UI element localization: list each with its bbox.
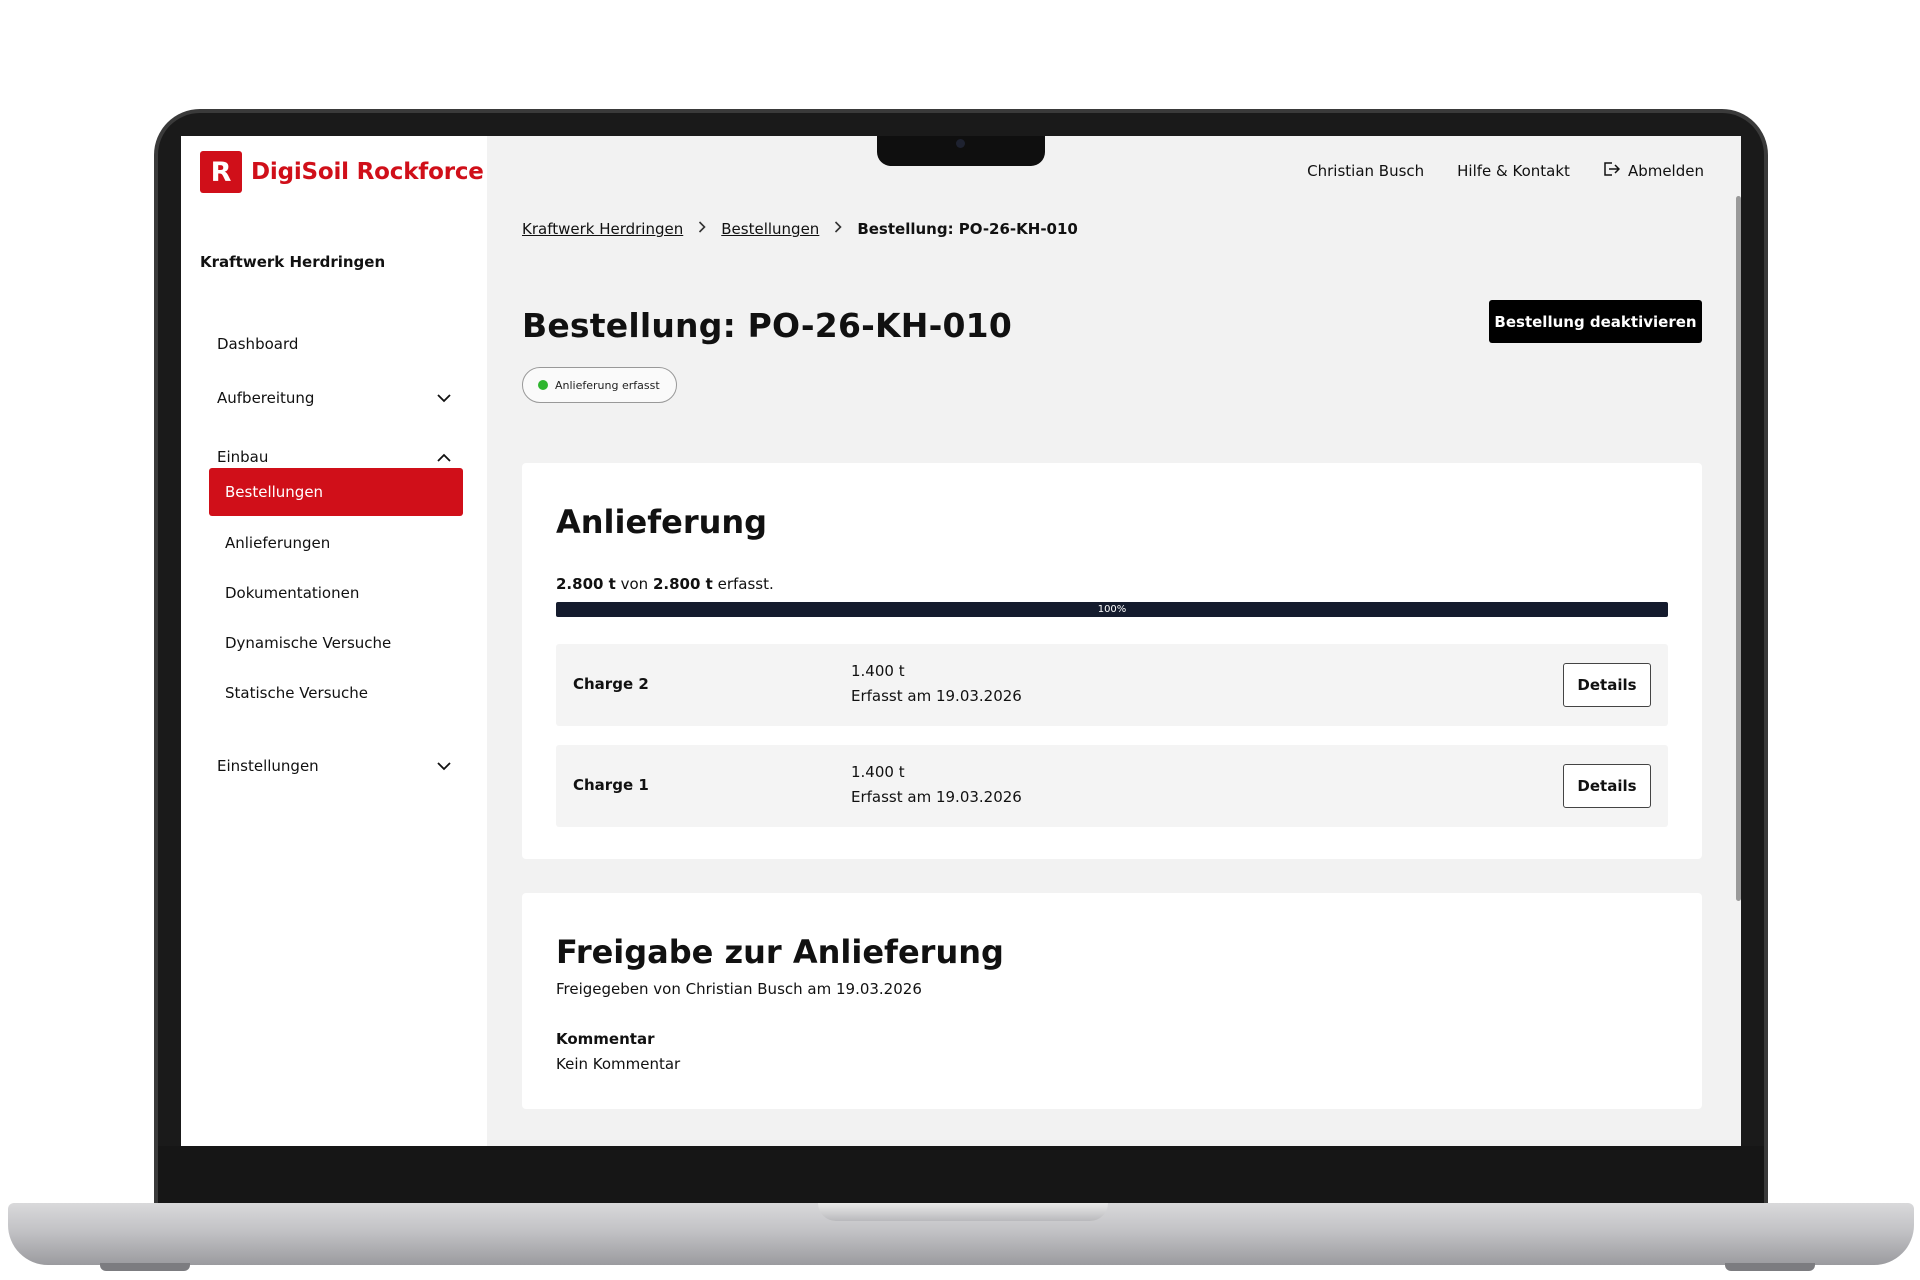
sidebar-item-aufbereitung[interactable]: Aufbereitung — [217, 378, 452, 418]
sidebar-item-label: Aufbereitung — [217, 389, 315, 407]
logout-button[interactable]: Abmelden — [1603, 161, 1704, 181]
sidebar-item-dashboard[interactable]: Dashboard — [217, 324, 452, 364]
comment-value: Kein Kommentar — [556, 1055, 681, 1073]
progress-label: 100% — [1097, 604, 1127, 615]
charge-quantity: 1.400 t — [851, 662, 905, 680]
chevron-down-icon — [436, 758, 452, 774]
release-subtitle: Freigegeben von Christian Busch am 19.03… — [556, 980, 922, 998]
charge-date: Erfasst am 19.03.2026 — [851, 687, 1022, 705]
logo-text: DigiSoil Rockforce — [251, 159, 484, 185]
app-logo[interactable]: R DigiSoil Rockforce — [200, 151, 484, 193]
camera-icon — [956, 139, 965, 148]
status-dot-icon — [538, 380, 548, 390]
charge-date: Erfasst am 19.03.2026 — [851, 788, 1022, 806]
charge-name: Charge 1 — [573, 776, 649, 794]
release-card: Freigabe zur Anlieferung Freigegeben von… — [522, 893, 1702, 1109]
total-amount: 2.800 t — [652, 575, 713, 593]
chevron-right-icon — [698, 221, 706, 237]
logout-icon — [1603, 161, 1620, 181]
laptop-foot-left — [100, 1263, 190, 1271]
sidebar-item-label: Einstellungen — [217, 757, 319, 775]
page-title: Bestellung: PO-26-KH-010 — [522, 306, 1012, 345]
breadcrumb-link-bestellungen[interactable]: Bestellungen — [721, 220, 819, 238]
captured-amount: 2.800 t — [556, 575, 616, 593]
delivery-card-title: Anlieferung — [556, 503, 768, 541]
sidebar-item-label: Dashboard — [217, 335, 299, 353]
sidebar: R DigiSoil Rockforce Kraftwerk Herdringe… — [181, 136, 487, 1146]
logo-mark-icon: R — [200, 151, 242, 193]
sidebar-item-label: Einbau — [217, 448, 269, 466]
breadcrumb-current: Bestellung: PO-26-KH-010 — [857, 220, 1078, 238]
chevron-right-icon — [834, 221, 842, 237]
breadcrumb-link-site[interactable]: Kraftwerk Herdringen — [522, 220, 683, 238]
help-contact-link[interactable]: Hilfe & Kontakt — [1457, 162, 1570, 180]
charge-name: Charge 2 — [573, 675, 649, 693]
sidebar-subitem-label: Bestellungen — [225, 483, 324, 501]
release-card-title: Freigabe zur Anlieferung — [556, 933, 1004, 971]
sidebar-subitem-label: Anlieferungen — [225, 534, 331, 552]
user-name-link[interactable]: Christian Busch — [1307, 162, 1424, 180]
progress-von: von — [620, 575, 649, 593]
sidebar-item-einstellungen[interactable]: Einstellungen — [217, 746, 452, 786]
status-badge: Anlieferung erfasst — [522, 367, 677, 403]
site-name: Kraftwerk Herdringen — [200, 253, 386, 271]
sidebar-subitem-statische-versuche[interactable]: Statische Versuche — [209, 669, 463, 717]
sidebar-subitem-dynamische-versuche[interactable]: Dynamische Versuche — [209, 619, 463, 667]
laptop-foot-right — [1725, 1263, 1815, 1271]
charge-details-button[interactable]: Details — [1563, 663, 1651, 707]
delivery-progress-text: 2.800 t von 2.800 t erfasst. — [556, 575, 774, 593]
status-badge-label: Anlieferung erfasst — [555, 378, 660, 392]
comment-label: Kommentar — [556, 1030, 655, 1048]
sidebar-subitem-dokumentationen[interactable]: Dokumentationen — [209, 569, 463, 617]
delivery-progress-fill: 100% — [556, 602, 1668, 617]
deactivate-order-button[interactable]: Bestellung deaktivieren — [1489, 300, 1702, 343]
charge-row: Charge 2 1.400 t Erfasst am 19.03.2026 D… — [556, 644, 1668, 726]
sidebar-subitem-label: Statische Versuche — [225, 684, 369, 702]
sidebar-subitem-label: Dynamische Versuche — [225, 634, 392, 652]
logout-label: Abmelden — [1627, 162, 1704, 180]
breadcrumb: Kraftwerk Herdringen Bestellungen Bestel… — [522, 220, 1078, 238]
charge-details-button[interactable]: Details — [1563, 764, 1651, 808]
scrollbar-thumb[interactable] — [1736, 196, 1741, 901]
sidebar-subitem-bestellungen[interactable]: Bestellungen — [209, 468, 463, 516]
laptop-bezel-bottom — [158, 1146, 1764, 1205]
charge-row: Charge 1 1.400 t Erfasst am 19.03.2026 D… — [556, 745, 1668, 827]
screen: R DigiSoil Rockforce Kraftwerk Herdringe… — [181, 136, 1741, 1146]
delivery-card: Anlieferung 2.800 t von 2.800 t erfasst.… — [522, 463, 1702, 859]
delivery-progress-bar: 100% — [556, 602, 1668, 617]
chevron-up-icon — [436, 449, 452, 465]
sidebar-subitem-anlieferungen[interactable]: Anlieferungen — [209, 519, 463, 567]
chevron-down-icon — [436, 390, 452, 406]
laptop-base-notch — [818, 1203, 1108, 1221]
progress-suffix: erfasst. — [717, 575, 774, 593]
top-navigation: Christian Busch Hilfe & Kontakt Abmelden — [1307, 161, 1704, 181]
charge-quantity: 1.400 t — [851, 763, 905, 781]
sidebar-subitem-label: Dokumentationen — [225, 584, 360, 602]
